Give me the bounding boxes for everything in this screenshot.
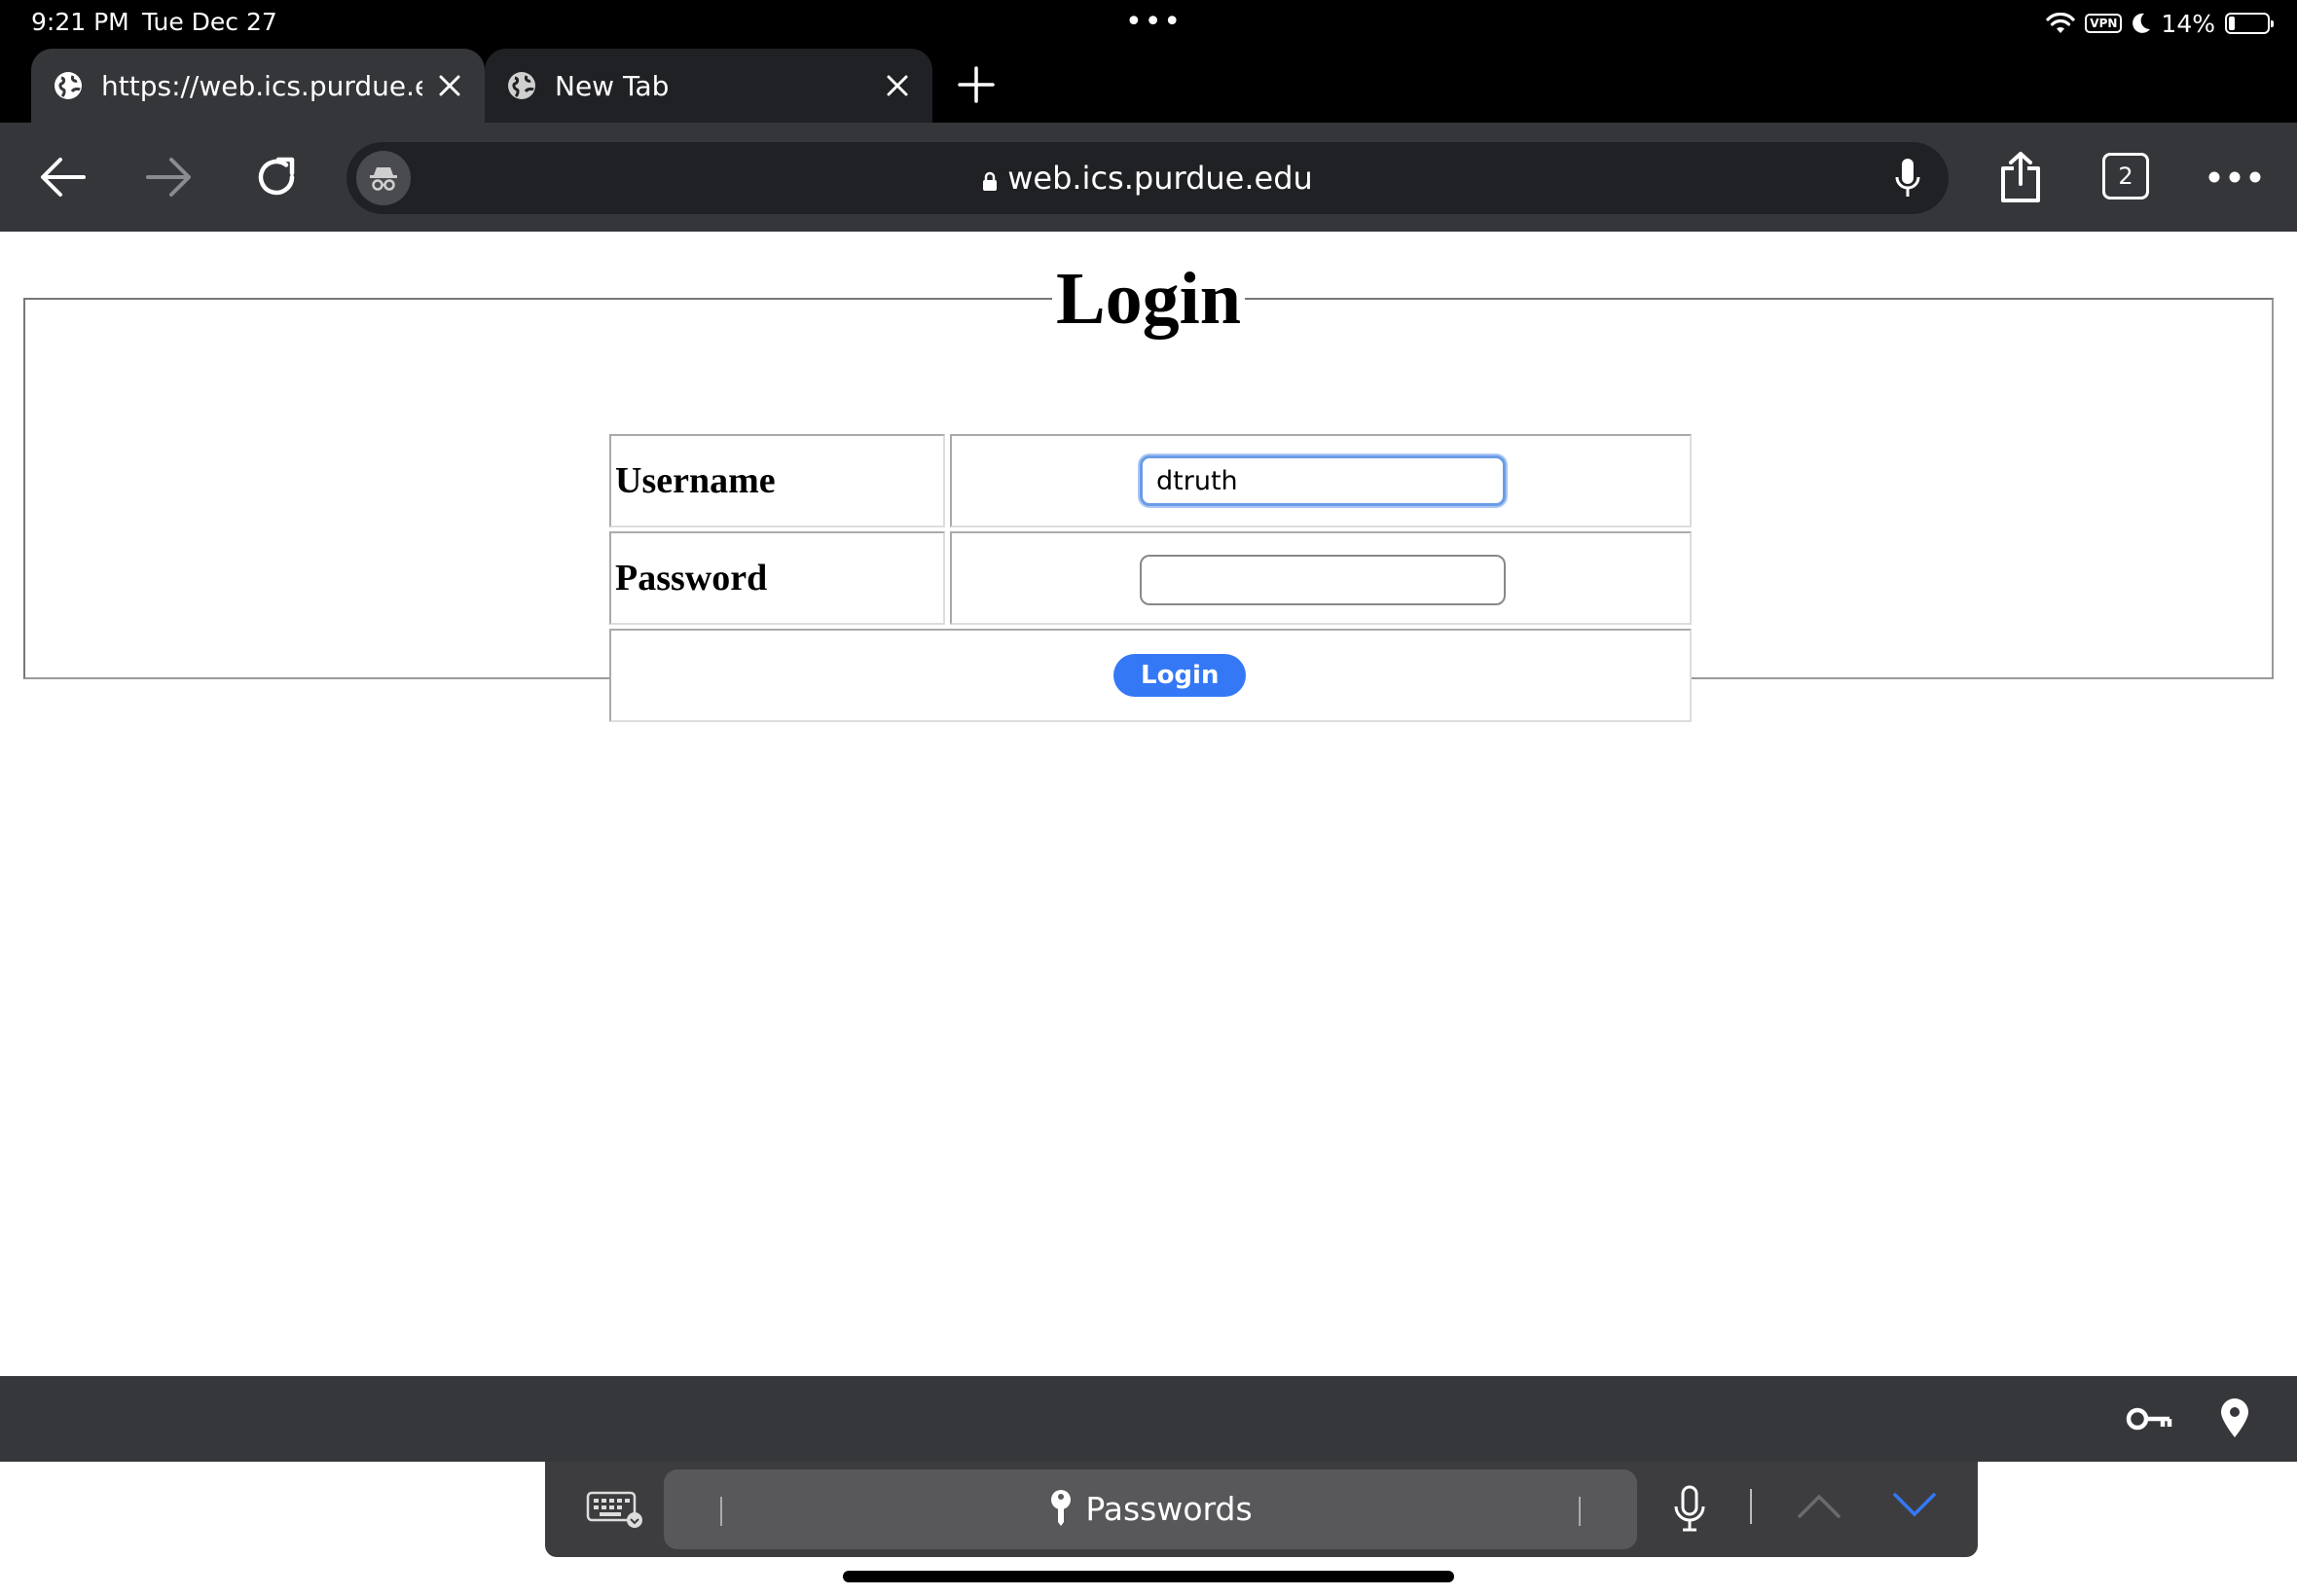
keyboard-icon[interactable] — [586, 1489, 644, 1528]
share-button[interactable] — [1993, 150, 2048, 204]
keyboard-shortcut-bar: Passwords — [545, 1462, 1978, 1557]
keyboard-accessory-bar — [0, 1376, 2297, 1462]
status-time: 9:21 PM — [31, 8, 129, 36]
tab-switcher-button[interactable]: 2 — [2102, 153, 2149, 200]
voice-search-button[interactable] — [1886, 156, 1929, 200]
login-fieldset: Login Username Password Login — [23, 258, 2274, 722]
location-pin-icon[interactable] — [2219, 1397, 2250, 1438]
globe-icon — [55, 72, 82, 99]
tab-title: New Tab — [555, 69, 670, 102]
username-cell — [950, 434, 1692, 527]
status-indicators: VPN 14% — [2046, 8, 2274, 39]
key-icon — [1051, 1490, 1072, 1526]
key-icon[interactable] — [2126, 1399, 2172, 1438]
moon-icon — [2133, 13, 2151, 33]
wifi-icon — [2046, 13, 2075, 33]
back-button[interactable] — [35, 150, 90, 204]
status-date: Tue Dec 27 — [142, 8, 277, 36]
forward-button[interactable] — [142, 150, 197, 204]
passwords-label-wrap: Passwords — [664, 1489, 1637, 1528]
status-bar: 9:21 PM Tue Dec 27 ••• VPN 14% — [0, 0, 2297, 47]
url-text: web.ics.purdue.edu — [1007, 160, 1313, 197]
share-icon — [2001, 152, 2040, 202]
home-indicator[interactable] — [843, 1571, 1454, 1582]
close-tab-button[interactable] — [432, 68, 467, 103]
page-title: Login — [1055, 258, 1242, 340]
battery-percent: 14% — [2161, 9, 2215, 38]
username-input[interactable] — [1140, 455, 1506, 506]
dictation-microphone-icon[interactable] — [1672, 1485, 1707, 1532]
pill-divider — [1579, 1497, 1581, 1526]
chevron-up-icon[interactable] — [1797, 1491, 1841, 1520]
tab-strip: https://web.ics.purdue.edu New Tab — [0, 47, 2297, 123]
browser-toolbar: web.ics.purdue.edu 2 — [0, 123, 2297, 232]
passwords-label: Passwords — [1085, 1490, 1253, 1528]
vpn-badge: VPN — [2085, 14, 2123, 33]
more-icon — [2208, 171, 2261, 183]
tab-purdue[interactable]: https://web.ics.purdue.edu — [31, 49, 485, 123]
battery-icon — [2225, 13, 2274, 34]
reload-icon — [258, 157, 295, 196]
url-display[interactable]: web.ics.purdue.edu — [346, 160, 1949, 197]
globe-icon — [508, 72, 535, 99]
toolbar-divider — [1750, 1489, 1752, 1524]
lock-icon — [983, 171, 998, 191]
new-tab-plus-icon[interactable] — [956, 64, 997, 105]
more-menu-button[interactable] — [2207, 150, 2262, 204]
password-input[interactable] — [1140, 555, 1506, 605]
tab-title: https://web.ics.purdue.edu — [101, 69, 422, 102]
tab-new-tab[interactable]: New Tab — [485, 49, 932, 123]
microphone-icon — [1895, 159, 1920, 197]
back-arrow-icon — [41, 158, 86, 197]
close-icon — [439, 75, 460, 96]
login-button[interactable]: Login — [1113, 654, 1247, 697]
login-button-cell: Login — [609, 629, 1692, 722]
reload-button[interactable] — [249, 150, 304, 204]
chevron-down-icon[interactable] — [1892, 1491, 1937, 1520]
close-icon — [887, 75, 908, 96]
address-bar[interactable]: web.ics.purdue.edu — [346, 142, 1949, 214]
username-label: Username — [609, 434, 945, 527]
close-tab-button[interactable] — [880, 68, 915, 103]
password-label: Password — [609, 531, 945, 625]
passwords-button[interactable]: Passwords — [664, 1469, 1637, 1549]
forward-arrow-icon — [146, 158, 191, 197]
multitasking-dots[interactable]: ••• — [1125, 8, 1183, 37]
password-cell — [950, 531, 1692, 625]
